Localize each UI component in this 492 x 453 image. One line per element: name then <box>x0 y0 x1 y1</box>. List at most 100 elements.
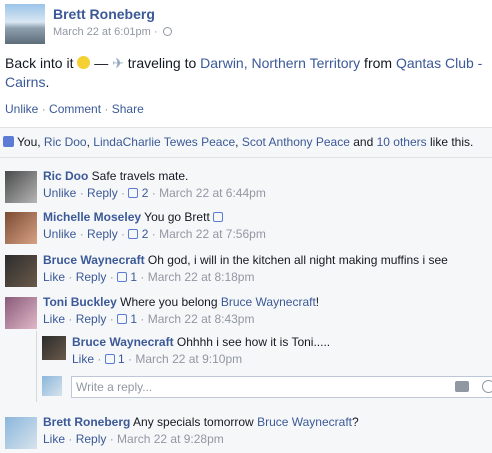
reply-button[interactable]: Reply <box>87 186 118 200</box>
post-actions: Unlike · Comment · Share <box>5 102 144 116</box>
like-button[interactable]: Like <box>72 352 94 366</box>
separator: · <box>124 352 136 366</box>
like-count[interactable]: 1 <box>118 352 125 366</box>
liker-link[interactable]: Scot Anthony Peace <box>242 135 350 149</box>
comment-timestamp[interactable]: March 22 at 8:43pm <box>148 312 255 326</box>
action-separator: · <box>38 102 50 116</box>
comment-author[interactable]: Ric Doo <box>43 169 88 183</box>
like-button[interactable]: Like <box>43 270 65 284</box>
reply-button[interactable]: Reply <box>87 227 118 241</box>
avatar[interactable] <box>5 212 37 244</box>
separator: · <box>106 312 118 326</box>
like-button[interactable]: Like <box>43 432 65 446</box>
likes-summary: You, Ric Doo, LindaCharlie Tewes Peace, … <box>3 135 489 155</box>
thumbs-up-icon <box>117 272 128 282</box>
divider <box>0 157 492 158</box>
comment-line: Ric Doo Safe travels mate. <box>43 169 188 183</box>
avatar[interactable] <box>42 336 66 360</box>
avatar[interactable] <box>5 297 37 329</box>
like-button[interactable]: Like <box>43 312 65 326</box>
post-author-name[interactable]: Brett Roneberg <box>53 6 155 22</box>
likes-and: and <box>349 135 377 149</box>
comment-text: You go Brett <box>141 210 210 224</box>
post-text-start: Back into it <box>5 55 74 71</box>
comment-timestamp[interactable]: March 22 at 7:56pm <box>159 227 266 241</box>
post-text: Back into it — ✈ traveling to Darwin, No… <box>5 54 487 92</box>
separator: · <box>65 270 76 284</box>
separator: · <box>76 186 88 200</box>
thumbs-up-icon <box>213 212 224 222</box>
separator: · <box>117 227 129 241</box>
reply-input[interactable] <box>71 376 492 398</box>
comment-timestamp[interactable]: March 22 at 8:18pm <box>148 270 255 284</box>
comment-text: Oh god, i will in the kitchen all night … <box>144 253 448 267</box>
separator: · <box>148 186 160 200</box>
liker-link[interactable]: LindaCharlie Tewes Peace <box>93 135 235 149</box>
reply-button[interactable]: Reply <box>76 312 107 326</box>
post-text-end: . <box>45 74 50 90</box>
separator: · <box>106 432 118 446</box>
post-timestamp[interactable]: March 22 at 6:01pm <box>53 26 151 38</box>
camera-icon[interactable] <box>455 381 469 392</box>
comment-timestamp[interactable]: March 22 at 9:28pm <box>117 432 224 446</box>
comment-text: Safe travels mate. <box>88 169 189 183</box>
reply-button[interactable]: Reply <box>76 432 107 446</box>
avatar[interactable] <box>5 171 37 203</box>
comment-author[interactable]: Toni Buckley <box>43 295 117 309</box>
separator: · <box>106 270 118 284</box>
separator: · <box>94 352 105 366</box>
others-link[interactable]: 10 others <box>377 135 427 149</box>
place-link[interactable]: Darwin, Northern Territory <box>200 55 360 71</box>
avatar[interactable] <box>5 417 37 449</box>
comment-author[interactable]: Michelle Moseley <box>43 210 141 224</box>
unlike-button[interactable]: Unlike <box>5 102 38 116</box>
action-separator: · <box>101 102 112 116</box>
avatar[interactable] <box>5 255 37 287</box>
mention-link[interactable]: Bruce Waynecraft <box>221 295 316 309</box>
smiley-icon <box>77 56 91 69</box>
share-button[interactable]: Share <box>112 102 144 116</box>
thumbs-up-icon <box>128 229 139 239</box>
post-header: Brett Roneberg March 22 at 6:01pm · <box>5 4 485 44</box>
comment-line: Michelle Moseley You go Brett <box>43 210 224 224</box>
comment-actions: Like · Reply · 1 · March 22 at 8:18pm <box>43 270 254 284</box>
separator: · <box>137 270 148 284</box>
comment-button[interactable]: Comment <box>49 102 101 116</box>
meta-separator: · <box>150 26 161 38</box>
comment-text: Any specials tomorrow <box>130 415 258 429</box>
thumbs-up-icon <box>128 188 139 198</box>
reply-button[interactable]: Reply <box>76 270 107 284</box>
comment-author[interactable]: Bruce Waynecraft <box>43 253 145 267</box>
comment-text-end: ! <box>315 295 320 309</box>
likes-prefix: You, <box>17 135 44 149</box>
comment-timestamp[interactable]: March 22 at 6:44pm <box>159 186 266 200</box>
thumbs-up-icon <box>104 354 115 364</box>
comment-line: Bruce Waynecraft Ohhhh i see how it is T… <box>72 335 330 349</box>
comment-actions: Like · 1 · March 22 at 9:10pm <box>72 352 242 366</box>
separator: · <box>117 186 129 200</box>
comment-timestamp[interactable]: March 22 at 9:10pm <box>135 352 242 366</box>
comment-author[interactable]: Brett Roneberg <box>43 415 130 429</box>
comment-actions: Unlike · Reply · 2 · March 22 at 6:44pm <box>43 186 266 200</box>
post-author-avatar[interactable] <box>5 4 45 44</box>
mention-link[interactable]: Bruce Waynecraft <box>257 415 352 429</box>
comment-actions: Unlike · Reply · 2 · March 22 at 7:56pm <box>43 227 266 241</box>
separator: · <box>137 312 148 326</box>
likes-suffix: like this. <box>426 135 474 149</box>
comment-line: Toni Buckley Where you belong Bruce Wayn… <box>43 295 319 309</box>
separator: · <box>65 432 76 446</box>
unlike-button[interactable]: Unlike <box>43 186 76 200</box>
comment-text: Ohhhh i see how it is Toni..... <box>173 335 331 349</box>
globe-icon[interactable] <box>162 27 172 36</box>
emoji-icon[interactable] <box>482 380 492 393</box>
separator: · <box>76 227 88 241</box>
liker-link[interactable]: Ric Doo <box>44 135 87 149</box>
comment-author[interactable]: Bruce Waynecraft <box>72 335 174 349</box>
airplane-icon: ✈ <box>112 55 124 71</box>
unlike-button[interactable]: Unlike <box>43 227 76 241</box>
reply-thread: Bruce Waynecraft Ohhhh i see how it is T… <box>36 331 492 402</box>
comment-actions: Like · Reply · 1 · March 22 at 8:43pm <box>43 312 254 326</box>
post-meta: March 22 at 6:01pm · <box>53 26 172 38</box>
separator: · <box>65 312 76 326</box>
comment-text-end: ? <box>351 415 359 429</box>
